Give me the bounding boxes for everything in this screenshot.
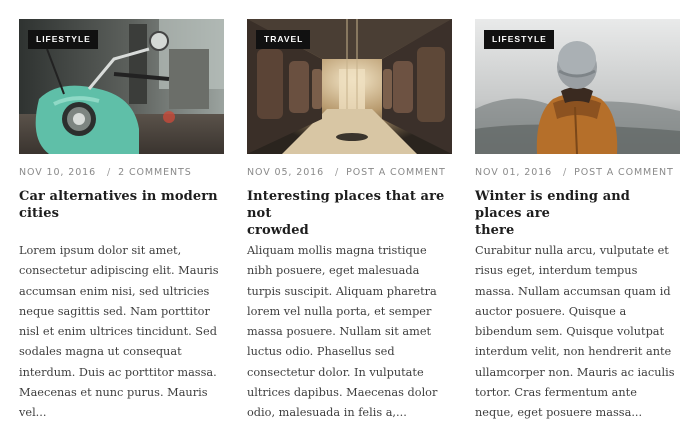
comments-link[interactable]: 2 COMMENTS (118, 167, 192, 178)
post-meta: NOV 10, 2016 / 2 COMMENTS (19, 167, 224, 181)
post-excerpt: Lorem ipsum dolor sit amet, consectetur … (19, 241, 224, 424)
excerpt-line: consectetur adipiscing elit. Mauris (19, 264, 219, 278)
post-thumbnail-scooter[interactable]: LIFESTYLE (19, 19, 224, 154)
category-badge[interactable]: LIFESTYLE (484, 30, 554, 49)
excerpt-line: ultrices dapibus. Maecenas dolor (247, 386, 438, 400)
meta-separator: / (107, 167, 112, 178)
excerpt-line: accumsan enim nisi, sed ultricies (19, 284, 210, 298)
post-card: LIFESTYLE NOV 01, 2016 / POST A COMMENT Wi… (475, 19, 680, 424)
post-meta: NOV 01, 2016 / POST A COMMENT (475, 167, 680, 181)
excerpt-line: ullamcorper non. Mauris ac iaculis (475, 365, 675, 379)
excerpt-line: interdum velit, non hendrerit ante (475, 345, 672, 359)
post-title-line[interactable]: there (475, 222, 680, 239)
excerpt-line: luctus odio. Phasellus sed (247, 345, 395, 359)
excerpt-line: neque, eget posuere massa... (475, 406, 643, 420)
post-date[interactable]: NOV 01, 2016 (475, 167, 552, 178)
post-date[interactable]: NOV 10, 2016 (19, 167, 96, 178)
post-date[interactable]: NOV 05, 2016 (247, 167, 324, 178)
post-title[interactable]: Winter is ending and places are there (475, 188, 680, 238)
excerpt-line: Aliquam mollis magna tristique (247, 244, 427, 257)
excerpt-line: sodales magna ut consequat (19, 345, 182, 359)
post-title[interactable]: Car alternatives in modern cities (19, 188, 224, 222)
excerpt-line: nisl et enim ultrices tincidunt. Sed (19, 325, 217, 339)
excerpt-line: massa. Nullam accumsan quam id (475, 284, 671, 298)
post-title-line[interactable]: Interesting places that are not (247, 188, 452, 222)
comments-link[interactable]: POST A COMMENT (346, 167, 446, 178)
post-thumbnail-train-interior[interactable]: TRAVEL (247, 19, 452, 154)
excerpt-line: vel... (19, 406, 47, 420)
post-title-line[interactable]: Winter is ending and places are (475, 188, 680, 222)
excerpt-line: bibendum sem. Quisque volutpat (475, 325, 665, 339)
excerpt-line: massa posuere. Nullam sit amet (247, 325, 432, 339)
post-thumbnail-winter-person[interactable]: LIFESTYLE (475, 19, 680, 154)
excerpt-line: consectetur dolor. In vulputate (247, 365, 424, 379)
post-excerpt: Curabitur nulla arcu, vulputate et risus… (475, 241, 680, 424)
excerpt-line: lorem vel nulla porta, et semper (247, 304, 432, 318)
excerpt-line: neque sagittis sed. Nam porttitor (19, 304, 210, 318)
category-badge[interactable]: LIFESTYLE (28, 30, 98, 49)
post-title-line[interactable]: cities (19, 205, 224, 222)
excerpt-line: Lorem ipsum dolor sit amet, (19, 244, 182, 257)
excerpt-line: auctor posuere. Quisque a (475, 304, 627, 318)
comments-link[interactable]: POST A COMMENT (574, 167, 674, 178)
excerpt-line: turpis suscipit. Aliquam pharetra (247, 284, 437, 298)
excerpt-line: Curabitur nulla arcu, vulputate et (475, 244, 669, 257)
excerpt-line: interdum. Duis ac porttitor massa. (19, 365, 217, 379)
post-card: LIFESTYLE NOV 10, 2016 / 2 COMMENTS Car al… (19, 19, 224, 424)
excerpt-line: odio, malesuada in felis a,... (247, 406, 407, 420)
excerpt-line: risus eget, interdum tempus (475, 264, 638, 278)
post-title-line[interactable]: crowded (247, 222, 452, 239)
meta-separator: / (335, 167, 340, 178)
post-meta: NOV 05, 2016 / POST A COMMENT (247, 167, 452, 181)
meta-separator: / (563, 167, 568, 178)
excerpt-line: Maecenas et nunc purus. Mauris (19, 386, 208, 400)
excerpt-line: tortor. Cras fermentum ante (475, 386, 637, 400)
post-card: TRAVEL NOV 05, 2016 / POST A COMMENT Inter… (247, 19, 452, 424)
post-title[interactable]: Interesting places that are not crowded (247, 188, 452, 238)
category-badge[interactable]: TRAVEL (256, 30, 311, 49)
post-title-line[interactable]: Car alternatives in modern (19, 188, 224, 205)
post-excerpt: Aliquam mollis magna tristique nibh posu… (247, 241, 452, 424)
excerpt-line: nibh posuere, eget malesuada (247, 264, 420, 278)
